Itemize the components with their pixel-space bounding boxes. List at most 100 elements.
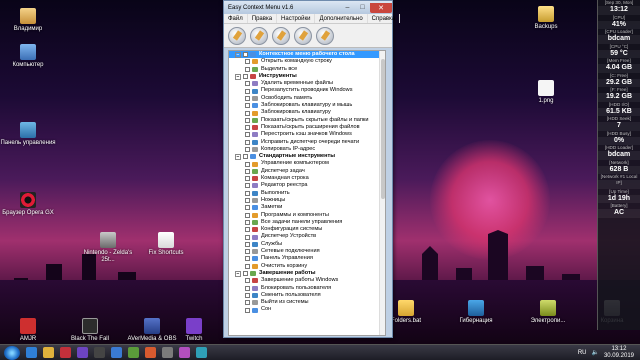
tree-item[interactable]: Копировать IP-адрес (229, 146, 385, 153)
tree-item[interactable]: Ножницы (229, 197, 385, 204)
settings-icon[interactable] (316, 26, 334, 45)
tree-item[interactable]: Перестроить кэш значков Windows (229, 131, 385, 138)
tree-category[interactable]: − Контекстное меню рабочего стола (229, 51, 385, 59)
checkbox[interactable] (245, 219, 250, 225)
menu-settings[interactable]: Настройки (277, 14, 316, 23)
checkbox[interactable] (245, 263, 250, 269)
desktop-icon-black-the-fall[interactable]: Black The Fall (62, 318, 118, 343)
checkbox[interactable] (245, 139, 250, 145)
desktop-icon-fix-shortcuts[interactable]: Fix Shortcuts (138, 232, 194, 257)
tree-item[interactable]: Блокировать пользователя (229, 285, 385, 292)
checkbox[interactable] (245, 285, 250, 291)
checkbox[interactable] (245, 307, 250, 313)
tree-scrollbar[interactable] (379, 51, 385, 335)
collapse-toggle-icon[interactable]: − (235, 73, 241, 80)
checkbox[interactable] (245, 205, 250, 211)
remove-icon[interactable] (250, 26, 268, 45)
tree-item[interactable]: Открыть командную строку (229, 58, 385, 65)
checkbox[interactable] (245, 88, 250, 94)
checkbox[interactable] (243, 74, 248, 80)
tree-category[interactable]: − Стандартные инструменты (229, 153, 385, 160)
menu-file[interactable]: Файл (224, 14, 248, 23)
tree-item[interactable]: Показать/скрыть скрытые файлы и папки (229, 117, 385, 124)
taskbar-app5-icon[interactable] (179, 347, 190, 358)
tree-item[interactable]: Панель Управления (229, 255, 385, 262)
checkbox[interactable] (245, 81, 250, 87)
checkbox[interactable] (245, 300, 250, 306)
tree-item[interactable]: Командная строка (229, 175, 385, 182)
tree-item[interactable]: Диспетчер задач (229, 168, 385, 175)
checkbox[interactable] (243, 271, 248, 277)
tree-item[interactable]: Заметки (229, 204, 385, 211)
collapse-toggle-icon[interactable]: − (235, 51, 241, 58)
tree-item[interactable]: Исправить диспетчер очереди печати (229, 139, 385, 146)
checkbox[interactable] (245, 190, 250, 196)
tree-item[interactable]: Выйти из системы (229, 299, 385, 306)
checkbox[interactable] (245, 103, 250, 109)
tree-item[interactable]: Заблокировать клавиатуру и мышь (229, 102, 385, 109)
checkbox[interactable] (245, 132, 250, 138)
desktop-icon-computer[interactable]: Компьютер (0, 44, 56, 69)
maximize-icon[interactable]: □ (355, 3, 370, 13)
window-titlebar[interactable]: Easy Context Menu v1.6 – □ ✕ (224, 1, 392, 14)
tree-item[interactable]: Завершение работы Windows (229, 277, 385, 284)
desktop-icon-user-folder[interactable]: Владимир (0, 8, 56, 33)
taskbar-app4-icon[interactable] (162, 347, 173, 358)
tree-item[interactable]: Показать/скрыть расширения файлов (229, 124, 385, 131)
checkbox[interactable] (245, 241, 250, 247)
checkbox[interactable] (245, 110, 250, 116)
checkbox[interactable] (245, 117, 250, 123)
tree-category[interactable]: − Завершение работы (229, 270, 385, 277)
desktop-icon-control-panel[interactable]: Панель управления (0, 122, 56, 147)
checkbox[interactable] (245, 168, 250, 174)
scrollbar-thumb[interactable] (381, 59, 385, 199)
taskbar-explorer-icon[interactable] (26, 347, 37, 358)
close-icon[interactable]: ✕ (370, 2, 392, 13)
menu-edit[interactable]: Правка (248, 14, 278, 23)
checkbox[interactable] (243, 52, 248, 58)
checkbox[interactable] (243, 154, 248, 160)
tree-item[interactable]: Выделить все (229, 66, 385, 73)
tree-item[interactable]: Редактор реестра (229, 182, 385, 189)
taskbar-app3-icon[interactable] (145, 347, 156, 358)
tree-item[interactable]: Диспетчер Устройств (229, 233, 385, 240)
checkbox[interactable] (245, 256, 250, 262)
clean-icon[interactable] (294, 26, 312, 45)
checkbox[interactable] (245, 95, 250, 101)
desktop-icon-nintendo-zelda[interactable]: Nintendo - Zelda's 25t... (80, 232, 136, 264)
collapse-toggle-icon[interactable]: − (235, 153, 241, 160)
tree-item[interactable]: Программы и компоненты (229, 212, 385, 219)
tree-item[interactable]: Очистить корзину (229, 263, 385, 270)
checkbox[interactable] (245, 66, 250, 72)
desktop-icon-amjr[interactable]: AMJR (0, 318, 56, 343)
taskbar-app6-icon[interactable] (196, 347, 207, 358)
tray-clock[interactable]: 13:12 30.09.2019 (604, 346, 634, 360)
desktop-icon-twitch[interactable]: Twitch (166, 318, 222, 343)
tree-item[interactable]: Службы (229, 241, 385, 248)
desktop-icon-hibernation[interactable]: Гибернация (448, 300, 504, 325)
tree-item[interactable]: Освободить память (229, 95, 385, 102)
checkbox[interactable] (245, 125, 250, 131)
taskbar-app-icon[interactable] (111, 347, 122, 358)
start-button[interactable] (4, 345, 20, 360)
taskbar-twitch-icon[interactable] (77, 347, 88, 358)
language-indicator[interactable]: RU (578, 350, 587, 356)
tree-item[interactable]: Управление компьютером (229, 160, 385, 167)
checkbox[interactable] (245, 183, 250, 189)
taskbar-app2-icon[interactable] (128, 347, 139, 358)
checkbox[interactable] (245, 278, 250, 284)
edit-icon[interactable] (272, 26, 290, 45)
collapse-toggle-icon[interactable]: − (235, 270, 241, 277)
desktop-icon-opera-browser[interactable]: Браузер Opera GX (0, 192, 56, 217)
checkbox[interactable] (245, 198, 250, 204)
tree-item[interactable]: Все задачи панели управления (229, 219, 385, 226)
tree-item[interactable]: Перезапустить проводник Windows (229, 87, 385, 94)
tree-item[interactable]: Сетевые подключения (229, 248, 385, 255)
checkbox[interactable] (245, 161, 250, 167)
checkbox[interactable] (245, 212, 250, 218)
checkbox[interactable] (245, 176, 250, 182)
tree-item[interactable]: Удалить временные файлы (229, 80, 385, 87)
checkbox[interactable] (245, 234, 250, 240)
desktop-icon-png-file[interactable]: 1.png (518, 80, 574, 105)
checkbox[interactable] (245, 147, 250, 152)
